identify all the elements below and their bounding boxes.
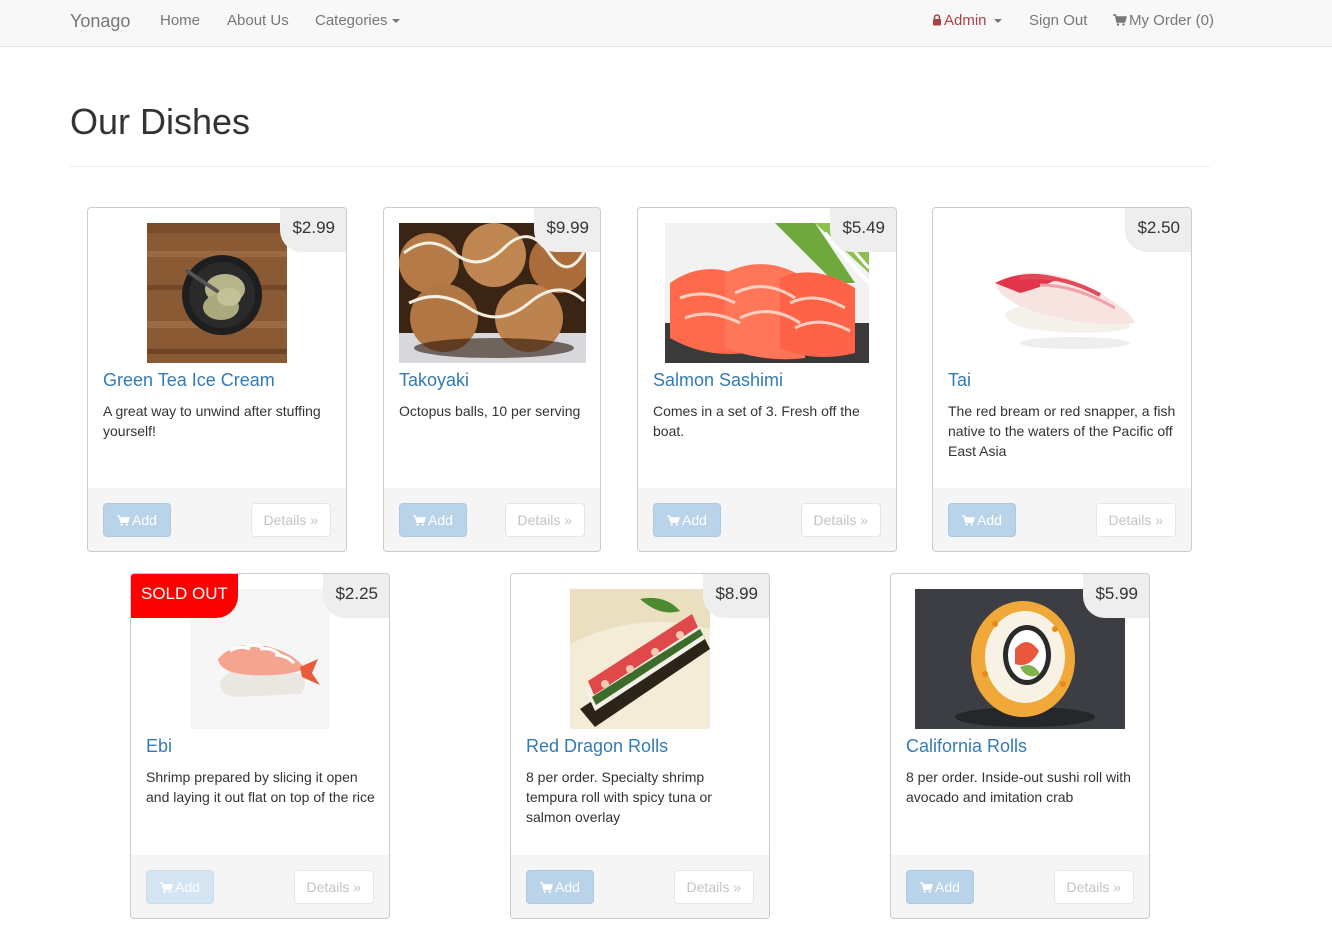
dish-description: The red bream or red snapper, a fish nat… (948, 403, 1176, 459)
card-footer: Add Details » (88, 488, 346, 551)
navbar: Yonago Home About Us Categories Admin Si… (0, 0, 1332, 47)
nav-categories-dropdown[interactable]: Categories (315, 0, 400, 42)
dish-title-link[interactable]: Red Dragon Rolls (526, 736, 668, 757)
card-footer: Add Details » (511, 855, 769, 918)
add-to-order-button[interactable]: Add (526, 870, 594, 904)
price-tag: $9.99 (534, 208, 600, 252)
add-to-order-button[interactable]: Add (906, 870, 974, 904)
dish-card: $5.49 Salmon Sashimi Comes in a set of 3… (637, 207, 897, 552)
nav-home-link[interactable]: Home (160, 0, 200, 42)
add-button-label: Add (555, 879, 580, 895)
shopping-cart-icon (540, 882, 553, 893)
price-tag: $2.50 (1125, 208, 1191, 252)
dish-title-link[interactable]: Green Tea Ice Cream (103, 370, 275, 391)
dish-description: Comes in a set of 3. Fresh off the boat. (653, 403, 860, 439)
add-button-label: Add (428, 512, 453, 528)
details-button[interactable]: Details » (800, 503, 881, 537)
shopping-cart-icon (920, 882, 933, 893)
sold-out-badge: SOLD OUT (131, 574, 238, 618)
details-button[interactable]: Details » (293, 870, 374, 904)
lock-icon (933, 14, 941, 26)
tai-image[interactable] (980, 223, 1145, 363)
add-button-label: Add (175, 879, 200, 895)
details-button[interactable]: Details » (1095, 503, 1176, 537)
shopping-cart-icon (413, 515, 426, 526)
add-button-label: Add (132, 512, 157, 528)
brand-link[interactable]: Yonago (70, 0, 130, 42)
add-to-order-button[interactable]: Add (653, 503, 721, 537)
caret-down-icon (993, 19, 1002, 24)
dish-description: A great way to unwind after stuffing you… (103, 403, 321, 439)
card-footer: Add Details » (131, 855, 389, 918)
dish-title-link[interactable]: California Rolls (906, 736, 1027, 757)
dish-description: Shrimp prepared by slicing it open and l… (146, 769, 375, 805)
shopping-cart-icon (117, 515, 130, 526)
nav-signout-link[interactable]: Sign Out (1029, 0, 1087, 42)
shopping-cart-icon (160, 882, 173, 893)
add-to-order-button[interactable]: Add (103, 503, 171, 537)
page-title: Our Dishes (70, 101, 251, 142)
nav-admin-label: Admin (944, 12, 987, 29)
add-to-order-button[interactable]: Add (146, 870, 214, 904)
details-button[interactable]: Details » (1053, 870, 1134, 904)
price-tag: $8.99 (703, 574, 769, 618)
nav-about-link[interactable]: About Us (227, 0, 289, 42)
card-footer: Add Details » (933, 488, 1191, 551)
card-footer: Add Details » (891, 855, 1149, 918)
add-button-label: Add (935, 879, 960, 895)
add-button-label: Add (977, 512, 1002, 528)
dish-description: 8 per order. Inside-out sushi roll with … (906, 769, 1131, 805)
shopping-cart-icon (667, 515, 680, 526)
add-button-label: Add (682, 512, 707, 528)
nav-my-order-link[interactable]: My Order (0) (1113, 0, 1214, 42)
dish-description: 8 per order. Specialty shrimp tempura ro… (526, 769, 712, 825)
dish-card: $9.99 Takoyaki Octopus balls, 10 per ser… (383, 207, 601, 552)
details-button[interactable]: Details » (673, 870, 754, 904)
nav-categories-label: Categories (315, 12, 388, 29)
dish-card: $2.99 Green Tea Ice Cream A great way to… (87, 207, 347, 552)
add-to-order-button[interactable]: Add (948, 503, 1016, 537)
details-button[interactable]: Details » (250, 503, 331, 537)
add-to-order-button[interactable]: Add (399, 503, 467, 537)
dish-title-link[interactable]: Salmon Sashimi (653, 370, 783, 391)
dish-description: Octopus balls, 10 per serving (399, 403, 581, 419)
price-tag: $2.25 (323, 574, 389, 618)
dish-card: $8.99 Red Dragon Rolls 8 per order. Spec… (510, 573, 770, 919)
dish-card: $5.99 California Rolls 8 per order. Insi… (890, 573, 1150, 919)
green-tea-ice-cream-image[interactable] (147, 223, 287, 363)
details-button[interactable]: Details » (504, 503, 585, 537)
dish-card: SOLD OUT $2.25 Ebi Shrimp prepared by sl… (130, 573, 390, 919)
page-header-divider (70, 166, 1210, 167)
shopping-cart-icon (962, 515, 975, 526)
shopping-cart-icon (1113, 14, 1127, 26)
card-footer: Add Details » (638, 488, 896, 551)
price-tag: $2.99 (280, 208, 346, 252)
nav-admin-dropdown[interactable]: Admin (932, 0, 1002, 42)
dish-card: $2.50 Tai The red bream or red snapper, … (932, 207, 1192, 552)
caret-down-icon (391, 19, 400, 24)
dish-title-link[interactable]: Ebi (146, 736, 172, 757)
red-dragon-roll-image[interactable] (570, 589, 710, 729)
price-tag: $5.49 (830, 208, 896, 252)
card-footer: Add Details » (384, 488, 600, 551)
dish-title-link[interactable]: Tai (948, 370, 971, 391)
price-tag: $5.99 (1083, 574, 1149, 618)
dish-title-link[interactable]: Takoyaki (399, 370, 469, 391)
nav-my-order-label: My Order (0) (1129, 12, 1215, 29)
